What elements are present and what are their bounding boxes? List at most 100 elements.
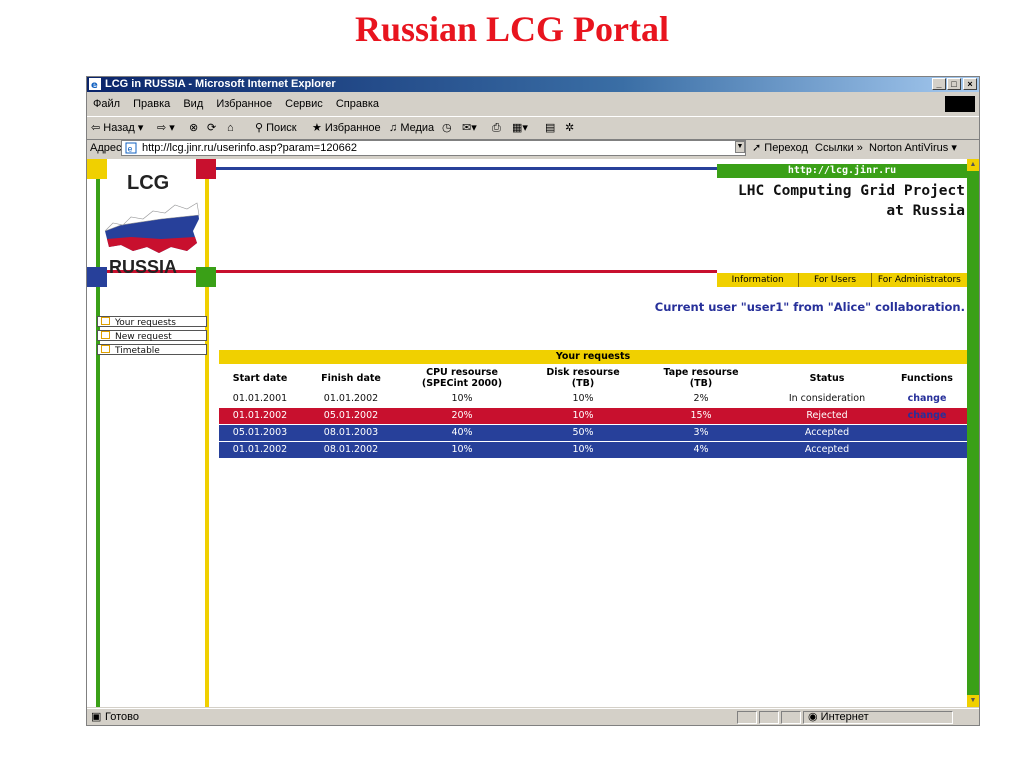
favorites-button[interactable]: ★ Избранное — [312, 117, 381, 139]
col-tape-resource: Tape resourse (TB) — [663, 367, 739, 389]
menu-file[interactable]: Файл — [93, 98, 120, 110]
forward-button[interactable]: ⇨ ▾ — [157, 117, 175, 139]
address-label: Адрес: — [90, 142, 125, 154]
russia-map-icon — [104, 202, 200, 253]
request-list-icon — [101, 317, 110, 325]
norton-button[interactable]: Norton AntiVirus ▾ — [869, 139, 957, 157]
back-button[interactable]: ⇦ Назад ▾ — [91, 117, 143, 139]
sidebar-item-label: New request — [115, 332, 172, 342]
table-row: 05.01.2003 08.01.2003 40% 50% 3% Accepted — [219, 425, 967, 441]
cell-finish-date: 05.01.2002 — [323, 410, 379, 421]
favorites-label: Избранное — [324, 122, 381, 134]
refresh-icon[interactable]: ⟳ — [207, 117, 216, 139]
media-label: Медиа — [400, 122, 435, 134]
edit-icon[interactable]: ▦▾ — [512, 117, 528, 139]
search-label: Поиск — [266, 122, 297, 134]
status-ready: Готово — [105, 711, 139, 723]
scroll-up-icon[interactable]: ▲ — [967, 159, 979, 171]
mail-icon[interactable]: ✉▾ — [462, 117, 477, 139]
yellow-vertical-line — [205, 167, 209, 707]
maximize-button[interactable]: □ — [947, 78, 961, 90]
yellow-square — [87, 159, 107, 179]
address-bar: Адрес: e http://lcg.jinr.ru/userinfo.asp… — [87, 139, 979, 157]
change-link[interactable]: change — [887, 391, 967, 407]
svg-text:e: e — [91, 80, 98, 90]
cell-tape: 4% — [693, 444, 709, 455]
project-title-line1: LHC Computing Grid Project — [738, 183, 965, 199]
col-functions: Functions — [901, 373, 953, 384]
close-button[interactable]: × — [963, 78, 977, 90]
cell-finish-date: 01.01.2002 — [323, 393, 379, 404]
media-button[interactable]: ♫ Медиа — [389, 117, 434, 139]
tab-for-administrators[interactable]: For Administrators — [872, 273, 967, 287]
search-button[interactable]: ⚲ Поиск — [255, 117, 297, 139]
col-disk-resource: Disk resourse (TB) — [546, 367, 620, 389]
sidebar-item-new-request[interactable]: New request — [97, 330, 207, 342]
menu-tools[interactable]: Сервис — [285, 98, 323, 110]
address-input[interactable]: e http://lcg.jinr.ru/userinfo.asp?param=… — [121, 140, 746, 156]
red-horizontal-line — [87, 270, 717, 273]
forward-arrow-icon: ⇨ ▾ — [157, 122, 175, 134]
browser-window: e LCG in RUSSIA - Microsoft Internet Exp… — [86, 76, 980, 726]
history-icon[interactable]: ◷ — [442, 117, 452, 139]
green-vertical-line — [96, 167, 100, 707]
table-row: 01.01.2002 05.01.2002 20% 10% 15% Rejected cha… — [219, 408, 967, 424]
logo-russia-text: RUSSIA — [109, 257, 178, 277]
col-cpu-resource: CPU resourse (SPECint 2000) — [421, 367, 503, 389]
cell-tape: 2% — [693, 393, 709, 404]
window-titlebar[interactable]: e LCG in RUSSIA - Microsoft Internet Exp… — [87, 77, 979, 92]
tab-information[interactable]: Information — [717, 273, 800, 287]
col-finish-date: Finish date — [321, 373, 381, 384]
go-button[interactable]: ➚ Переход — [752, 139, 808, 157]
request-list-icon — [101, 345, 110, 353]
ie-icon: e — [89, 78, 101, 90]
vertical-scrollbar[interactable]: ▲ ▼ — [967, 159, 979, 707]
page-status-icon: ▣ — [91, 711, 102, 723]
site-url-banner: http://lcg.jinr.ru — [717, 164, 967, 178]
norton-label: Norton AntiVirus — [869, 142, 949, 154]
search-icon: ⚲ — [255, 122, 267, 134]
cell-finish-date: 08.01.2003 — [323, 427, 379, 438]
request-list-icon — [101, 331, 110, 339]
go-label: Переход — [764, 142, 808, 154]
sidebar-item-timetable[interactable]: Timetable — [97, 344, 207, 356]
menu-view[interactable]: Вид — [183, 98, 203, 110]
nav-tabs: Information For Users For Administrators — [717, 273, 967, 287]
tab-for-users[interactable]: For Users — [799, 273, 872, 287]
menu-bar: Файл Правка Вид Избранное Сервис Справка — [87, 94, 979, 114]
menu-favorites[interactable]: Избранное — [216, 98, 272, 110]
cell-disk: 50% — [572, 427, 594, 438]
sidebar-item-your-requests[interactable]: Your requests — [97, 316, 207, 328]
page-content: LCG RUSSIA http://lcg.jinr.ru LHC Comput… — [87, 159, 967, 707]
links-button[interactable]: Ссылки » — [815, 139, 863, 157]
messenger-icon[interactable]: ✲ — [565, 117, 574, 139]
go-arrow-icon: ➚ — [752, 142, 765, 154]
home-icon[interactable]: ⌂ — [227, 117, 234, 139]
stop-icon[interactable]: ⊗ — [189, 117, 198, 139]
col-status: Status — [809, 373, 845, 384]
cell-start-date: 01.01.2002 — [232, 444, 288, 455]
project-title-line2: at Russia — [886, 203, 965, 219]
favorites-icon: ★ — [312, 122, 325, 134]
address-dropdown-icon[interactable]: ▼ — [735, 141, 745, 153]
red-square — [196, 159, 216, 179]
discuss-icon[interactable]: ▤ — [545, 117, 555, 139]
minimize-button[interactable]: _ — [932, 78, 946, 90]
print-icon[interactable]: ⎙ — [492, 117, 501, 139]
window-title: LCG in RUSSIA - Microsoft Internet Explo… — [105, 78, 336, 90]
menu-help[interactable]: Справка — [336, 98, 379, 110]
menu-edit[interactable]: Правка — [133, 98, 170, 110]
blue-square — [87, 267, 107, 287]
cell-disk: 10% — [572, 410, 594, 421]
cell-cpu: 20% — [451, 410, 473, 421]
sidebar-item-label: Your requests — [115, 318, 176, 328]
status-bar: ▣ Готово ◉ Интернет — [87, 708, 979, 726]
change-link[interactable]: change — [887, 408, 967, 424]
col-start-date: Start date — [232, 373, 288, 384]
scroll-down-icon[interactable]: ▼ — [967, 695, 979, 707]
blue-top-line — [205, 167, 717, 170]
cell-start-date: 01.01.2001 — [232, 393, 288, 404]
media-icon: ♫ — [389, 122, 401, 134]
table-row: 01.01.2001 01.01.2002 10% 10% 2% In considera… — [219, 391, 967, 407]
green-square — [196, 267, 216, 287]
